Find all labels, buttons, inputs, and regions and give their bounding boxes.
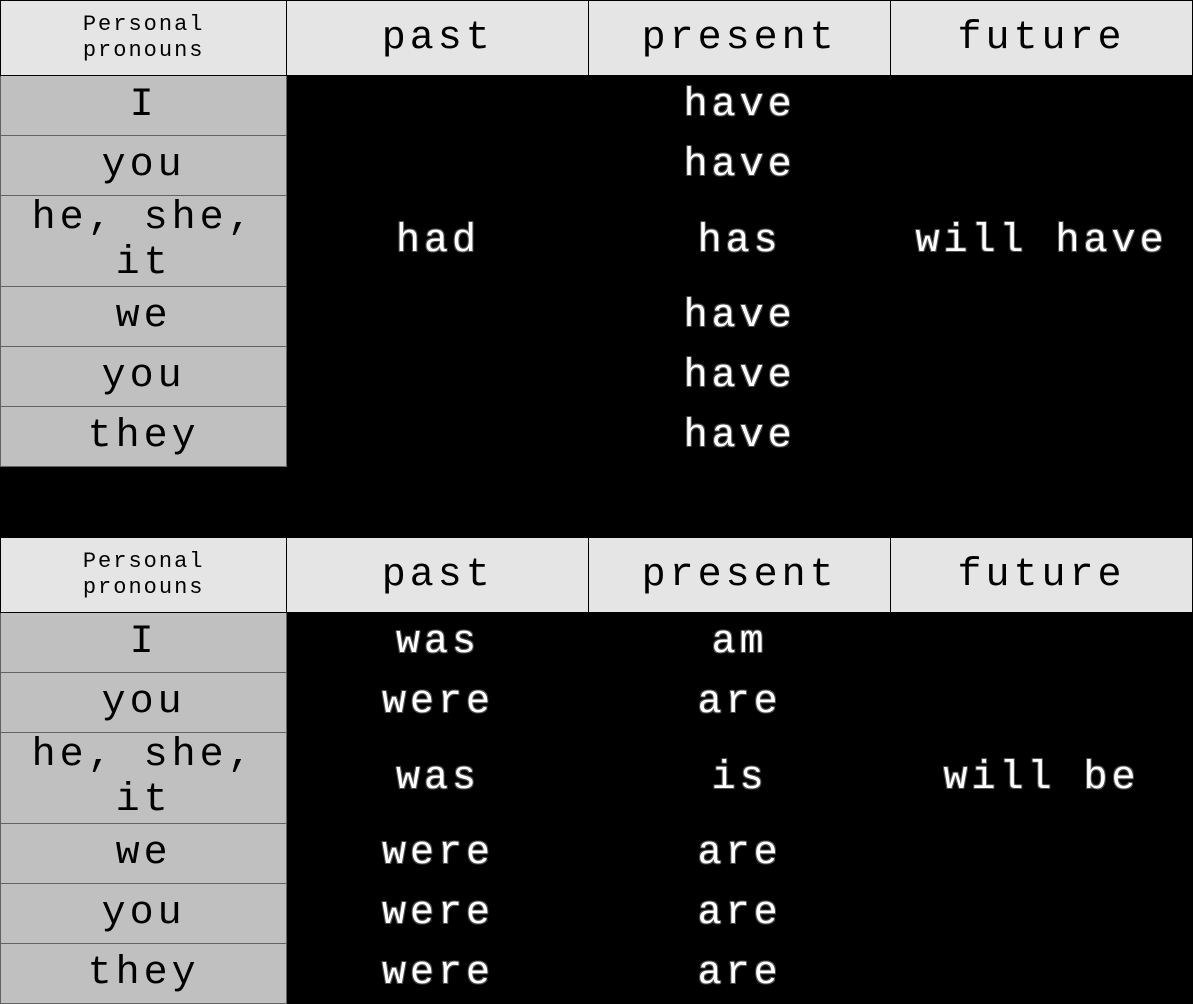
pronoun-cell: you: [1, 136, 287, 196]
future-cell: [891, 76, 1193, 136]
pronoun-cell: he, she, it: [1, 733, 287, 824]
header-past: past: [287, 1, 589, 76]
present-cell: has: [589, 196, 891, 287]
past-cell: were: [287, 884, 589, 944]
header-future: future: [891, 538, 1193, 613]
present-cell: am: [589, 613, 891, 673]
future-cell: [891, 673, 1193, 733]
present-cell: have: [589, 347, 891, 407]
past-cell: [287, 136, 589, 196]
pronoun-cell: we: [1, 824, 287, 884]
past-cell: were: [287, 824, 589, 884]
conjugation-table-be: Personalpronouns past present future I w…: [0, 537, 1193, 1004]
past-cell: was: [287, 733, 589, 824]
present-cell: is: [589, 733, 891, 824]
past-cell: had: [287, 196, 589, 287]
table-row: he, she, it had has will have: [1, 196, 1193, 287]
table-row: you have: [1, 136, 1193, 196]
table-row: I was am: [1, 613, 1193, 673]
future-cell: [891, 347, 1193, 407]
table-row: I have: [1, 76, 1193, 136]
past-cell: were: [287, 944, 589, 1004]
future-cell: [891, 136, 1193, 196]
pronoun-cell: you: [1, 673, 287, 733]
table-row: you were are: [1, 884, 1193, 944]
future-cell: [891, 407, 1193, 467]
header-present: present: [589, 1, 891, 76]
past-cell: were: [287, 673, 589, 733]
past-cell: [287, 347, 589, 407]
future-cell: [891, 287, 1193, 347]
future-cell: will be: [891, 733, 1193, 824]
table-row: they were are: [1, 944, 1193, 1004]
table-row: they have: [1, 407, 1193, 467]
pronoun-cell: we: [1, 287, 287, 347]
future-cell: [891, 944, 1193, 1004]
present-cell: are: [589, 944, 891, 1004]
pronoun-cell: I: [1, 613, 287, 673]
future-cell: [891, 884, 1193, 944]
present-cell: have: [589, 287, 891, 347]
header-future: future: [891, 1, 1193, 76]
verb-conjugation-tables: Personalpronouns past present future I h…: [0, 0, 1193, 1004]
pronoun-cell: you: [1, 347, 287, 407]
pronoun-cell: I: [1, 76, 287, 136]
future-cell: [891, 824, 1193, 884]
future-cell: [891, 613, 1193, 673]
table-row: you have: [1, 347, 1193, 407]
past-cell: was: [287, 613, 589, 673]
present-cell: have: [589, 76, 891, 136]
present-cell: have: [589, 136, 891, 196]
header-present: present: [589, 538, 891, 613]
header-pronouns: Personalpronouns: [1, 538, 287, 613]
present-cell: are: [589, 884, 891, 944]
present-cell: have: [589, 407, 891, 467]
header-past: past: [287, 538, 589, 613]
conjugation-table-have: Personalpronouns past present future I h…: [0, 0, 1193, 467]
future-cell: will have: [891, 196, 1193, 287]
pronoun-cell: he, she, it: [1, 196, 287, 287]
past-cell: [287, 407, 589, 467]
table-separator: [0, 467, 1193, 537]
table-header-row: Personalpronouns past present future: [1, 1, 1193, 76]
pronoun-cell: they: [1, 407, 287, 467]
table-row: we were are: [1, 824, 1193, 884]
table-row: he, she, it was is will be: [1, 733, 1193, 824]
table-row: you were are: [1, 673, 1193, 733]
past-cell: [287, 287, 589, 347]
present-cell: are: [589, 673, 891, 733]
table-header-row: Personalpronouns past present future: [1, 538, 1193, 613]
present-cell: are: [589, 824, 891, 884]
pronoun-cell: they: [1, 944, 287, 1004]
past-cell: [287, 76, 589, 136]
pronoun-cell: you: [1, 884, 287, 944]
table-row: we have: [1, 287, 1193, 347]
header-pronouns: Personalpronouns: [1, 1, 287, 76]
